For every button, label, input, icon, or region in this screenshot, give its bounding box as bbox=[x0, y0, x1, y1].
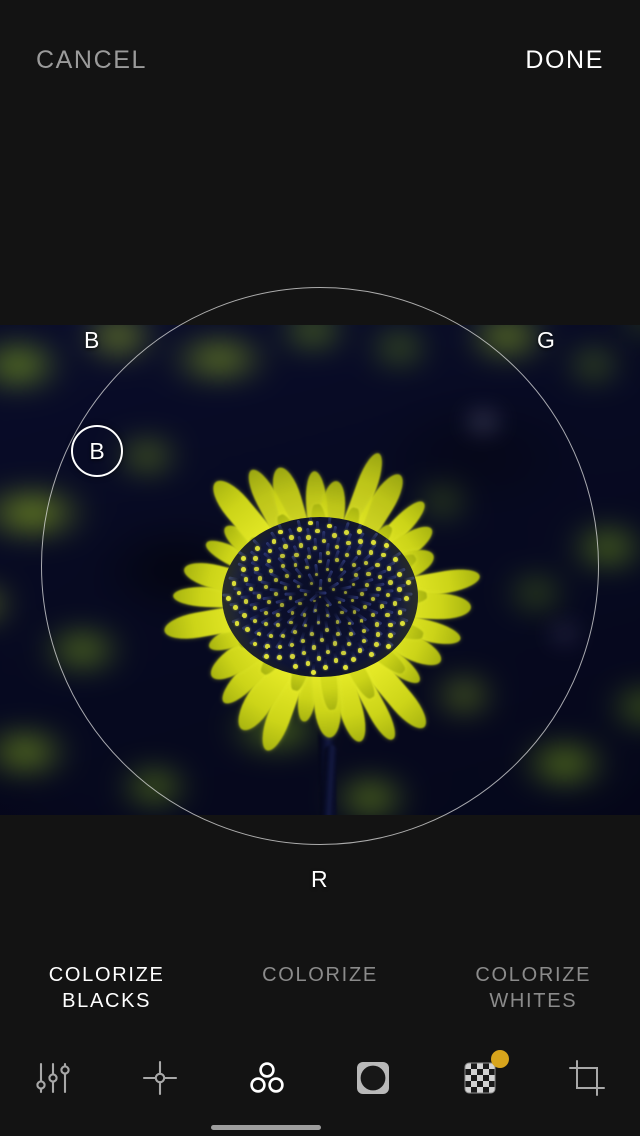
photo-editor-app: B G R B CANCEL DONE COLORIZE BLACKS COLO… bbox=[0, 0, 640, 1136]
mode-label-line2: BLACKS bbox=[62, 990, 152, 1012]
crop-icon bbox=[564, 1055, 610, 1101]
cancel-button[interactable]: CANCEL bbox=[34, 40, 149, 81]
cone-halo bbox=[222, 517, 418, 677]
mode-colorize[interactable]: COLORIZE bbox=[213, 938, 426, 988]
mode-label-line1: COLORIZE bbox=[48, 964, 165, 986]
tool-curves[interactable] bbox=[213, 1042, 320, 1114]
mode-strip: COLORIZE BLACKS COLORIZE COLORIZE WHITES bbox=[0, 938, 640, 1024]
tool-grain[interactable] bbox=[427, 1042, 534, 1114]
color-wheel-handle[interactable]: B bbox=[71, 425, 123, 477]
mode-label-line1: COLORIZE bbox=[475, 964, 592, 986]
three-circles-icon bbox=[244, 1055, 290, 1101]
done-button[interactable]: DONE bbox=[523, 40, 606, 81]
mode-label-line2: WHITES bbox=[489, 990, 578, 1012]
mode-colorize-blacks[interactable]: COLORIZE BLACKS bbox=[0, 938, 213, 1014]
mode-label-line1: COLORIZE bbox=[262, 964, 378, 986]
color-axis-label-green: G bbox=[537, 327, 556, 353]
color-axis-label-red: R bbox=[311, 866, 329, 892]
top-bar: CANCEL DONE bbox=[0, 0, 640, 120]
tool-crop[interactable] bbox=[533, 1042, 640, 1114]
bottom-toolbar bbox=[0, 1024, 640, 1136]
color-axis-label-blue: B bbox=[84, 327, 100, 353]
photo-stage: B G R B bbox=[0, 0, 640, 930]
tool-selective[interactable] bbox=[107, 1042, 214, 1114]
tool-tune[interactable] bbox=[0, 1042, 107, 1114]
mode-colorize-whites[interactable]: COLORIZE WHITES bbox=[427, 938, 640, 1014]
tool-vignette[interactable] bbox=[320, 1042, 427, 1114]
grain-new-badge bbox=[491, 1050, 510, 1068]
home-indicator[interactable] bbox=[211, 1125, 321, 1130]
sliders-icon bbox=[30, 1055, 76, 1101]
photo-canvas[interactable] bbox=[0, 325, 640, 815]
flower-center-cone bbox=[222, 517, 418, 677]
vignette-icon bbox=[350, 1055, 396, 1101]
color-wheel-handle-label: B bbox=[89, 437, 105, 464]
crosshair-icon bbox=[137, 1055, 183, 1101]
